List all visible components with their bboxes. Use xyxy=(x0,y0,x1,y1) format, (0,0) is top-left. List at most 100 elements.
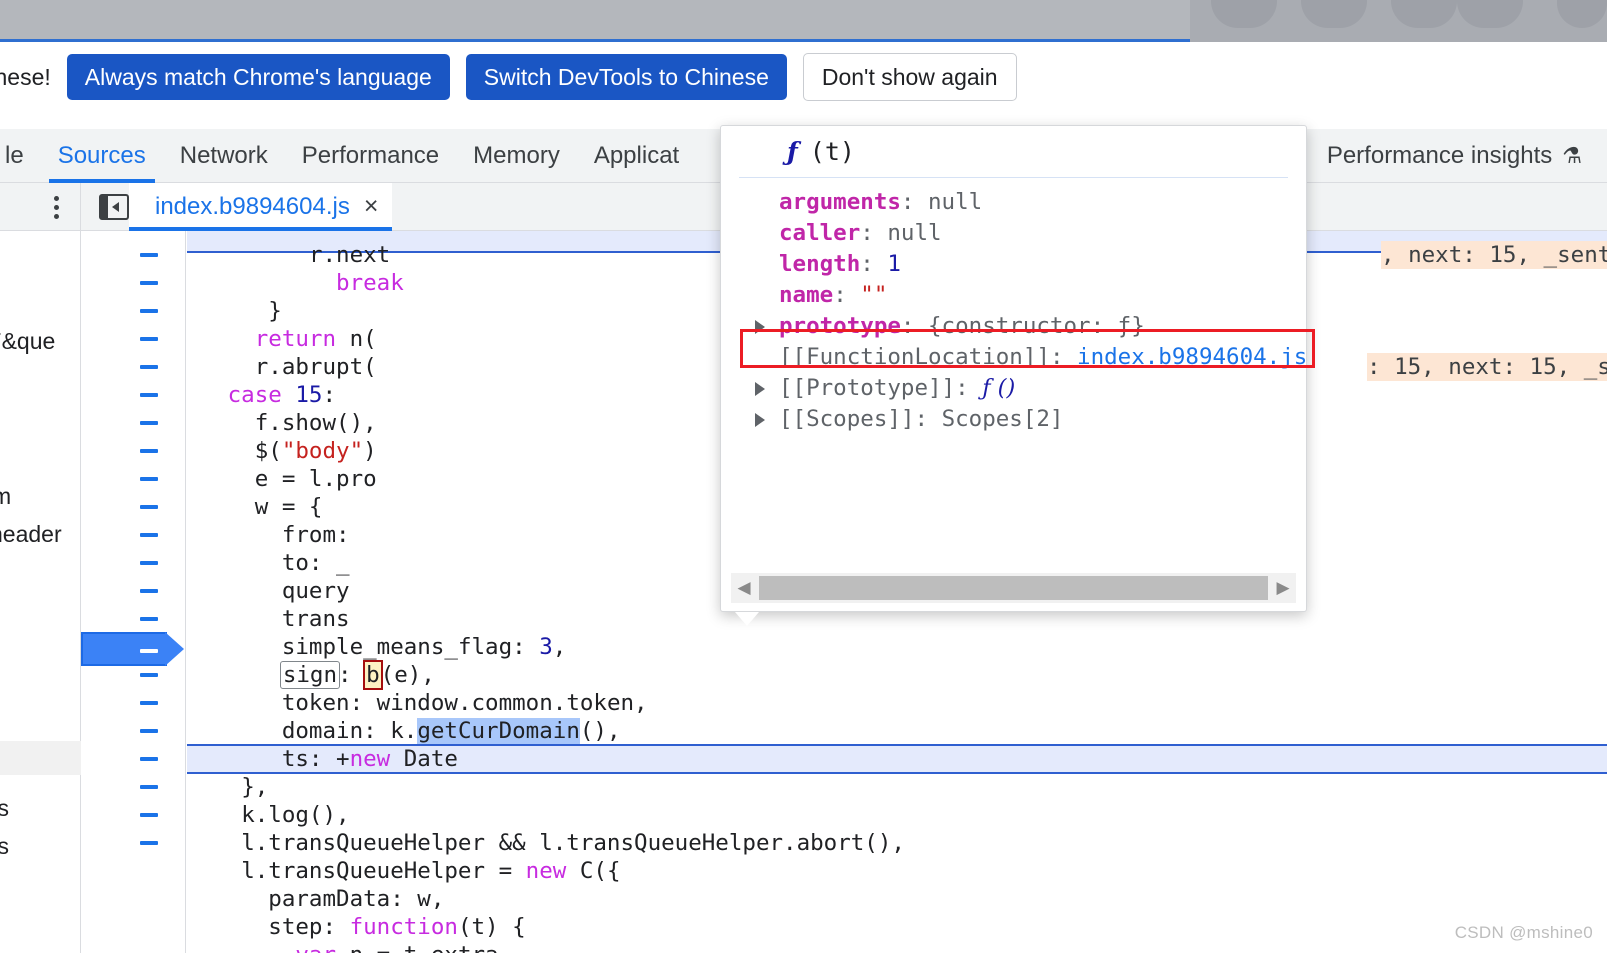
expand-triangle-icon[interactable] xyxy=(755,320,765,334)
tab-performance-insights[interactable]: Performance insights ⚗ xyxy=(1310,129,1599,183)
expand-triangle-icon[interactable] xyxy=(755,413,765,427)
toolbar-icon-1[interactable] xyxy=(1211,0,1277,28)
editor-gutter[interactable] xyxy=(81,231,186,953)
property-name: length xyxy=(779,251,861,277)
tab-sources[interactable]: Sources xyxy=(41,129,163,183)
tab-memory[interactable]: Memory xyxy=(456,129,577,183)
property-row[interactable]: [[FunctionLocation]]: index.b9894604.js:… xyxy=(749,342,1306,373)
file-tab-index-js[interactable]: index.b9894604.js × xyxy=(129,182,393,231)
toolbar-icon-2[interactable] xyxy=(1301,0,1367,28)
code-line[interactable]: domain: k.getCurDomain(), xyxy=(282,717,621,745)
tab-console[interactable]: le xyxy=(0,129,41,183)
navigator-column: 47&que m header .js .js xyxy=(0,183,81,953)
tab-network[interactable]: Network xyxy=(163,129,285,183)
property-row[interactable]: caller: null xyxy=(749,218,1306,249)
always-match-language-button[interactable]: Always match Chrome's language xyxy=(66,53,450,101)
property-value: 1 xyxy=(887,251,901,277)
property-row[interactable]: prototype: {constructor: ƒ} xyxy=(749,311,1306,342)
code-line[interactable]: token: window.common.token, xyxy=(282,689,648,717)
code-line[interactable]: return n( xyxy=(255,325,377,353)
dont-show-again-button[interactable]: Don't show again xyxy=(802,52,1017,102)
more-options-icon[interactable] xyxy=(54,196,60,219)
code-line[interactable]: k.log(), xyxy=(241,801,349,829)
code-line[interactable]: l.transQueueHelper = new C({ xyxy=(241,857,620,885)
function-inspector-popup[interactable]: ƒ (t) arguments: null caller: null length:… xyxy=(720,125,1307,612)
code-line[interactable]: f.show(), xyxy=(255,409,377,437)
code-line[interactable]: query xyxy=(282,577,350,605)
property-value[interactable]: index.b9894604.js:2 xyxy=(1077,344,1306,370)
property-name: [[FunctionLocation]] xyxy=(779,344,1050,370)
toolbar-icon-4[interactable] xyxy=(1457,0,1523,28)
number-literal: 15 xyxy=(295,382,323,408)
line-number-dash xyxy=(140,729,158,733)
code-line[interactable]: break xyxy=(336,269,404,297)
code-line[interactable]: step: function(t) { xyxy=(268,913,525,941)
tab-performance[interactable]: Performance xyxy=(285,129,456,183)
code-line[interactable]: l.transQueueHelper && l.transQueueHelper… xyxy=(241,829,905,857)
code-line[interactable]: } xyxy=(268,297,282,325)
navigator-item-m[interactable]: m xyxy=(0,483,11,510)
scroll-left-arrow-icon[interactable]: ◀ xyxy=(731,578,757,598)
line-number-dash xyxy=(140,477,158,481)
property-separator: : xyxy=(1049,344,1078,370)
property-value: Scopes[2] xyxy=(941,406,1064,432)
line-number-dash xyxy=(140,589,158,593)
line-number-dash xyxy=(140,309,158,313)
code-line[interactable]: sign: b(e), xyxy=(279,660,435,690)
toolbar-icon-3[interactable] xyxy=(1391,0,1457,28)
code-line[interactable]: trans xyxy=(282,605,350,633)
devtools-screenshot: 3/1000 Chinese! Always match Chrome's la… xyxy=(0,0,1607,953)
collapse-navigator-icon[interactable] xyxy=(99,193,129,220)
navigator-item-header[interactable]: header xyxy=(0,521,62,548)
property-row[interactable]: [[Prototype]]: ƒ () xyxy=(749,373,1306,404)
code-line[interactable]: r.abrupt( xyxy=(255,353,377,381)
line-number-dash xyxy=(140,701,158,705)
notification-message: Chinese! xyxy=(0,63,51,90)
navigator-header xyxy=(0,183,80,231)
tab-application[interactable]: Applicat xyxy=(577,129,696,183)
breakpoint-marker[interactable] xyxy=(81,632,184,666)
property-value: null xyxy=(928,189,983,215)
property-name: [[Scopes]] xyxy=(779,406,915,432)
code-line[interactable]: to: _ xyxy=(282,549,350,577)
scrollbar-thumb[interactable] xyxy=(759,576,1268,600)
navigator-item-js-2[interactable]: .js xyxy=(0,833,9,860)
scroll-right-arrow-icon[interactable]: ▶ xyxy=(1270,578,1296,598)
language-notification-bar: Chinese! Always match Chrome's language … xyxy=(0,42,1607,112)
property-row[interactable]: arguments: null xyxy=(749,187,1306,218)
code-line[interactable]: simple_means_flag: 3, xyxy=(282,633,566,661)
line-number-dash xyxy=(140,421,158,425)
keyword: new xyxy=(349,746,391,772)
code-line[interactable]: ts: +new Date xyxy=(282,745,458,773)
code-line[interactable]: case 15: xyxy=(228,381,336,409)
popup-horizontal-scrollbar[interactable]: ◀ ▶ xyxy=(731,573,1296,603)
code-line[interactable]: }, xyxy=(241,773,268,801)
expand-triangle-icon[interactable] xyxy=(755,382,765,396)
selected-token-getCurDomain[interactable]: getCurDomain xyxy=(417,718,580,744)
navigator-item-query[interactable]: 47&que xyxy=(0,328,55,355)
close-icon[interactable]: × xyxy=(364,194,379,219)
property-row[interactable]: name: "" xyxy=(749,280,1306,311)
property-separator: : xyxy=(955,375,983,401)
code-line[interactable]: from: xyxy=(282,521,350,549)
token-sign[interactable]: sign xyxy=(279,661,341,689)
code-line[interactable]: r.next xyxy=(309,241,390,269)
browser-active-tab[interactable] xyxy=(0,0,1190,42)
code-line[interactable]: var n = t.extra xyxy=(295,941,498,953)
navigator-item-js-1[interactable]: .js xyxy=(0,795,9,822)
property-row[interactable]: [[Scopes]]: Scopes[2] xyxy=(749,404,1306,435)
token-b-highlighted[interactable]: b xyxy=(363,660,383,690)
property-name: [[Prototype]] xyxy=(779,375,956,401)
keyword: break xyxy=(336,270,404,296)
code-line[interactable]: e = l.pro xyxy=(255,465,377,493)
code-line[interactable]: $("body") xyxy=(255,437,377,465)
code-line[interactable]: w = { xyxy=(255,493,323,521)
property-separator: : xyxy=(914,406,942,432)
property-separator: : xyxy=(900,313,929,339)
code-line[interactable]: paramData: w, xyxy=(268,885,444,913)
switch-devtools-language-button[interactable]: Switch DevTools to Chinese xyxy=(465,53,787,101)
line-number-dash xyxy=(140,673,158,677)
file-tab-label: index.b9894604.js xyxy=(155,192,350,220)
toolbar-icon-5[interactable] xyxy=(1557,0,1607,28)
property-row[interactable]: length: 1 xyxy=(749,249,1306,280)
